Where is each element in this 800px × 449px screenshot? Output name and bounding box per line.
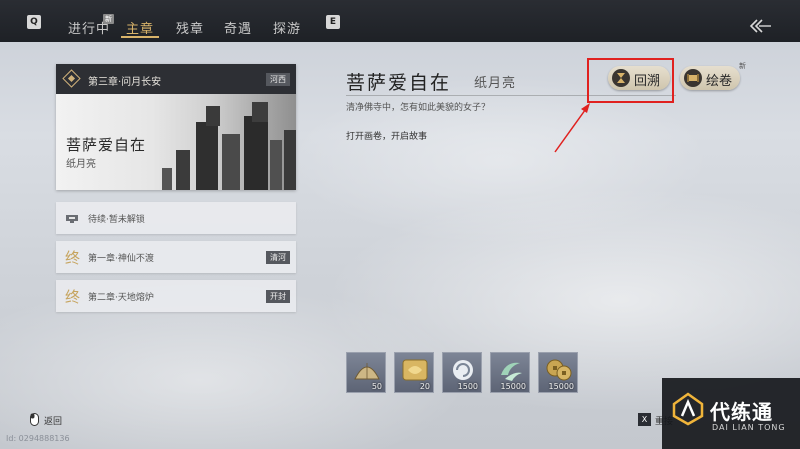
chapter-list-label: 第二章·天地熔炉 [88,293,154,303]
picture-scroll-button[interactable]: 绘卷 新 [680,62,746,90]
top-navigation-bar: Q 进行中 新 主章 残章 奇遇 探游 E [0,0,800,42]
e-key-hint: E [326,15,340,29]
story-quote: 清净佛寺中，怎有如此美貌的女子？ [346,103,491,113]
reward-item-coins[interactable]: 15000 [538,352,578,393]
svg-text:终: 终 [65,288,80,304]
tab-fragment-chapter[interactable]: 残章 [176,18,204,37]
reward-count: 50 [371,382,382,391]
reward-count: 20 [419,382,430,391]
chapter-list-item-2[interactable]: 终 第二章·天地熔炉 开封 [56,280,296,312]
chapter-list-item-locked[interactable]: 待续·暂未解锁 [56,202,296,234]
reward-count: 15000 [500,382,526,391]
scene-title: 菩萨爱自在 [66,136,147,154]
watermark-pinyin: DAI LIAN TONG [712,423,786,432]
scroll-icon [684,69,702,87]
double-chevron-left-icon[interactable] [748,18,772,34]
chapter-list-item-1[interactable]: 终 第一章·神仙不渡 清河 [56,241,296,273]
swirl-orb-icon [453,360,473,380]
seal-glyph-icon: 终 [65,288,80,304]
current-chapter-card[interactable]: 第三章·问月长安 河西 菩萨爱自在 纸月亮 [56,64,296,190]
watermark-emblem-icon [672,392,704,426]
place-tag: 河西 [266,73,290,86]
annotation-arrow [554,103,590,153]
chapter-header: 第三章·问月长安 河西 [56,64,296,94]
jade-wave-icon [501,362,522,381]
diamond-emblem-icon [62,69,81,88]
new-badge: 新 [739,62,746,70]
reward-count: 15000 [548,382,574,391]
reward-item-jade[interactable]: 15000 [490,352,530,393]
mouse-icon [30,413,39,426]
active-tab-indicator [121,36,159,38]
back-button[interactable]: 返回 [44,414,62,427]
seal-glyph-icon: 终 [65,249,80,265]
chapter-list-label: 待续·暂未解锁 [88,215,145,225]
tab-exploration[interactable]: 探游 [273,18,301,37]
q-key-hint: Q [27,15,41,29]
svg-text:终: 终 [65,249,80,265]
x-key-hint: X [638,413,651,426]
place-tag: 清河 [266,251,290,264]
reward-item-orb[interactable]: 1500 [442,352,482,393]
chapter-title: 第三章·问月长安 [88,77,162,88]
highlight-annotation-box [587,58,674,103]
lock-icon [66,215,78,223]
story-title: 菩萨爱自在 [346,72,452,94]
story-author: 纸月亮 [474,76,517,91]
new-badge: 新 [103,14,114,24]
reward-item-fan[interactable]: 50 [346,352,386,393]
tab-encounters[interactable]: 奇遇 [224,18,252,37]
place-tag: 开封 [266,290,290,303]
reward-item-token[interactable]: 20 [394,352,434,393]
coins-icon [546,359,572,381]
picture-scroll-label: 绘卷 [706,74,733,89]
story-hint: 打开画卷，开启故事 [346,132,428,142]
reward-count: 1500 [457,382,478,391]
chapter-list-label: 第一章·神仙不渡 [88,254,154,264]
gold-token-icon [402,359,428,381]
watermark-name: 代练通 [710,400,773,424]
chapter-scene-artwork: 菩萨爱自在 纸月亮 [56,94,296,190]
tab-main-chapter[interactable]: 主章 [126,18,154,37]
user-id-label: Id: 0294888136 [6,434,70,443]
fan-icon [354,363,380,380]
scene-author: 纸月亮 [66,159,96,170]
watermark-logo: 代练通 DAI LIAN TONG [662,378,800,449]
